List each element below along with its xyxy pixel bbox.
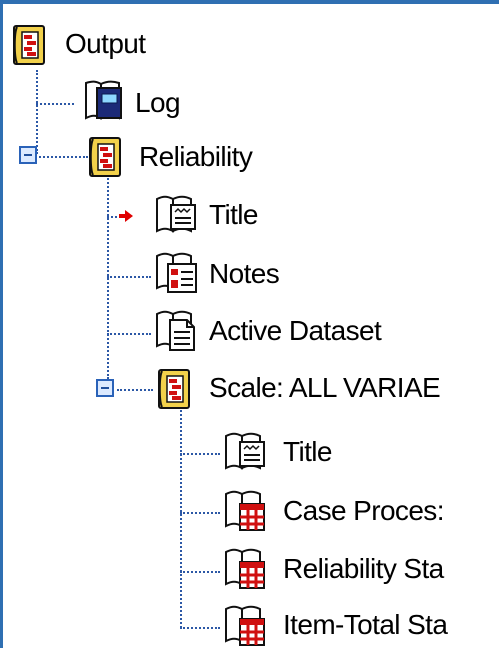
tree-item-label: Title (209, 199, 258, 230)
output-book-icon (158, 369, 190, 409)
title-icon (156, 195, 196, 233)
notes-icon (156, 252, 197, 293)
tree-line-notes (107, 276, 151, 278)
tree-item-label: Reliability Sta (283, 553, 444, 584)
table-icon (225, 548, 265, 589)
tree-line-log (36, 103, 74, 105)
tree-item-label: Reliability (139, 141, 253, 172)
tree-item-label: Scale: ALL VARIAE (209, 372, 441, 403)
top-border (0, 0, 499, 4)
log-book-icon (85, 80, 122, 120)
tree-item-label: Output (65, 28, 146, 59)
collapse-scale-button[interactable] (96, 379, 114, 397)
tree-item-label: Item-Total Sta (283, 609, 448, 640)
tree-line-reliability-statistics (180, 571, 220, 573)
tree-line-scale-children (180, 410, 182, 628)
tree-line-scale (117, 389, 153, 391)
table-icon (225, 605, 265, 646)
output-book-icon (89, 137, 121, 177)
collapse-reliability-button[interactable] (19, 146, 37, 164)
tree-item-label: Notes (209, 258, 280, 289)
output-book-icon (13, 25, 45, 65)
tree-item-label: Log (135, 87, 181, 118)
table-icon (225, 490, 265, 531)
selected-arrow-icon (119, 210, 133, 222)
tree-line-scale-title (180, 453, 220, 455)
document-icon (156, 310, 195, 351)
tree-line-root (36, 70, 38, 154)
tree-line-reliability (28, 156, 88, 158)
title-icon (225, 432, 265, 470)
tree-line-item-total-statistics (180, 627, 220, 629)
tree-item-label: Case Proces: (283, 495, 444, 526)
left-border (0, 0, 3, 648)
tree-item-label: Active Dataset (209, 315, 382, 346)
tree-line-active-dataset (107, 333, 151, 335)
tree-line-case-processing (180, 512, 220, 514)
tree-item-label: Title (283, 436, 332, 467)
